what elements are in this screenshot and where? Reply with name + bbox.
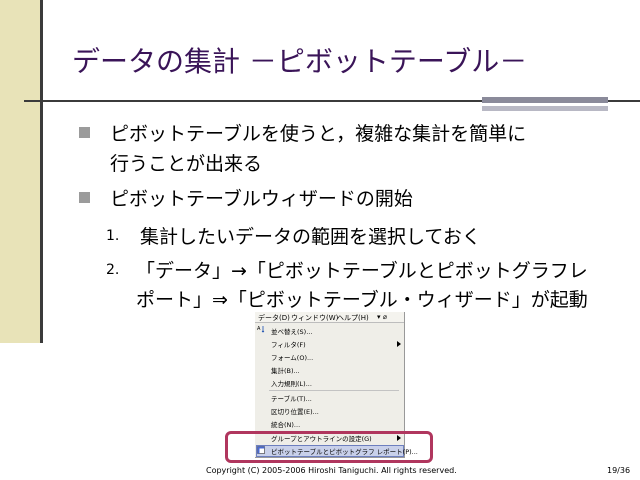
menu-item-text-to-columns[interactable]: 区切り位置(E)... [271,406,319,416]
menu-item-form[interactable]: フォーム(O)... [271,352,313,362]
bullet-text-continued: 行うことが出来る [110,153,263,175]
title-rule-accent-lower [482,106,608,111]
menu-help[interactable]: ヘルプ(H) [337,313,369,323]
sort-icon: A [257,326,265,333]
bullet-marker [79,127,90,138]
step-text-continued: ポート」⇒「ピボットテーブル・ウィザード」が起動 [136,289,588,311]
menu-item-validation[interactable]: 入力規則(L)... [271,378,312,388]
step-text: 「データ」→「ピボットテーブルとピボットグラフレ [136,260,588,282]
left-decor-bar [0,0,40,343]
title-rule-accent [482,97,608,103]
bullet-marker [79,192,90,203]
step-text: 集計したいデータの範囲を選択しておく [140,226,481,248]
submenu-arrow-icon [397,341,401,347]
step-number: 1. [106,228,120,244]
bullet-text: ピボットテーブルウィザードの開始 [110,188,413,210]
pivot-menu-highlight-box [225,431,433,463]
menu-data[interactable]: データ(D) [258,313,290,323]
menu-item-filter[interactable]: フィルタ(F) [271,339,306,349]
slide-title: データの集計 －ピボットテーブル－ [72,45,528,78]
menu-item-consolidate[interactable]: 統合(N)... [271,419,300,429]
menubar: データ(D) ウィンドウ(W) ヘルプ(H) ▾ ⌀ [255,312,404,323]
svg-text:A: A [257,326,261,332]
menubar-extra: ▾ ⌀ [377,313,387,321]
menu-item-sort[interactable]: 並べ替え(S)... [271,326,312,336]
left-decor-line [40,0,43,343]
page-number: 19/36 [607,466,631,475]
menu-item-subtotal[interactable]: 集計(B)... [271,365,300,375]
menu-item-table[interactable]: テーブル(T)... [271,393,312,403]
bullet-text: ピボットテーブルを使うと，複雑な集計を簡単に [110,123,527,145]
menu-separator [269,390,399,391]
menu-window[interactable]: ウィンドウ(W) [291,313,338,323]
step-number: 2. [106,262,120,278]
copyright-footer: Copyright (C) 2005-2006 Hiroshi Taniguch… [206,466,457,475]
